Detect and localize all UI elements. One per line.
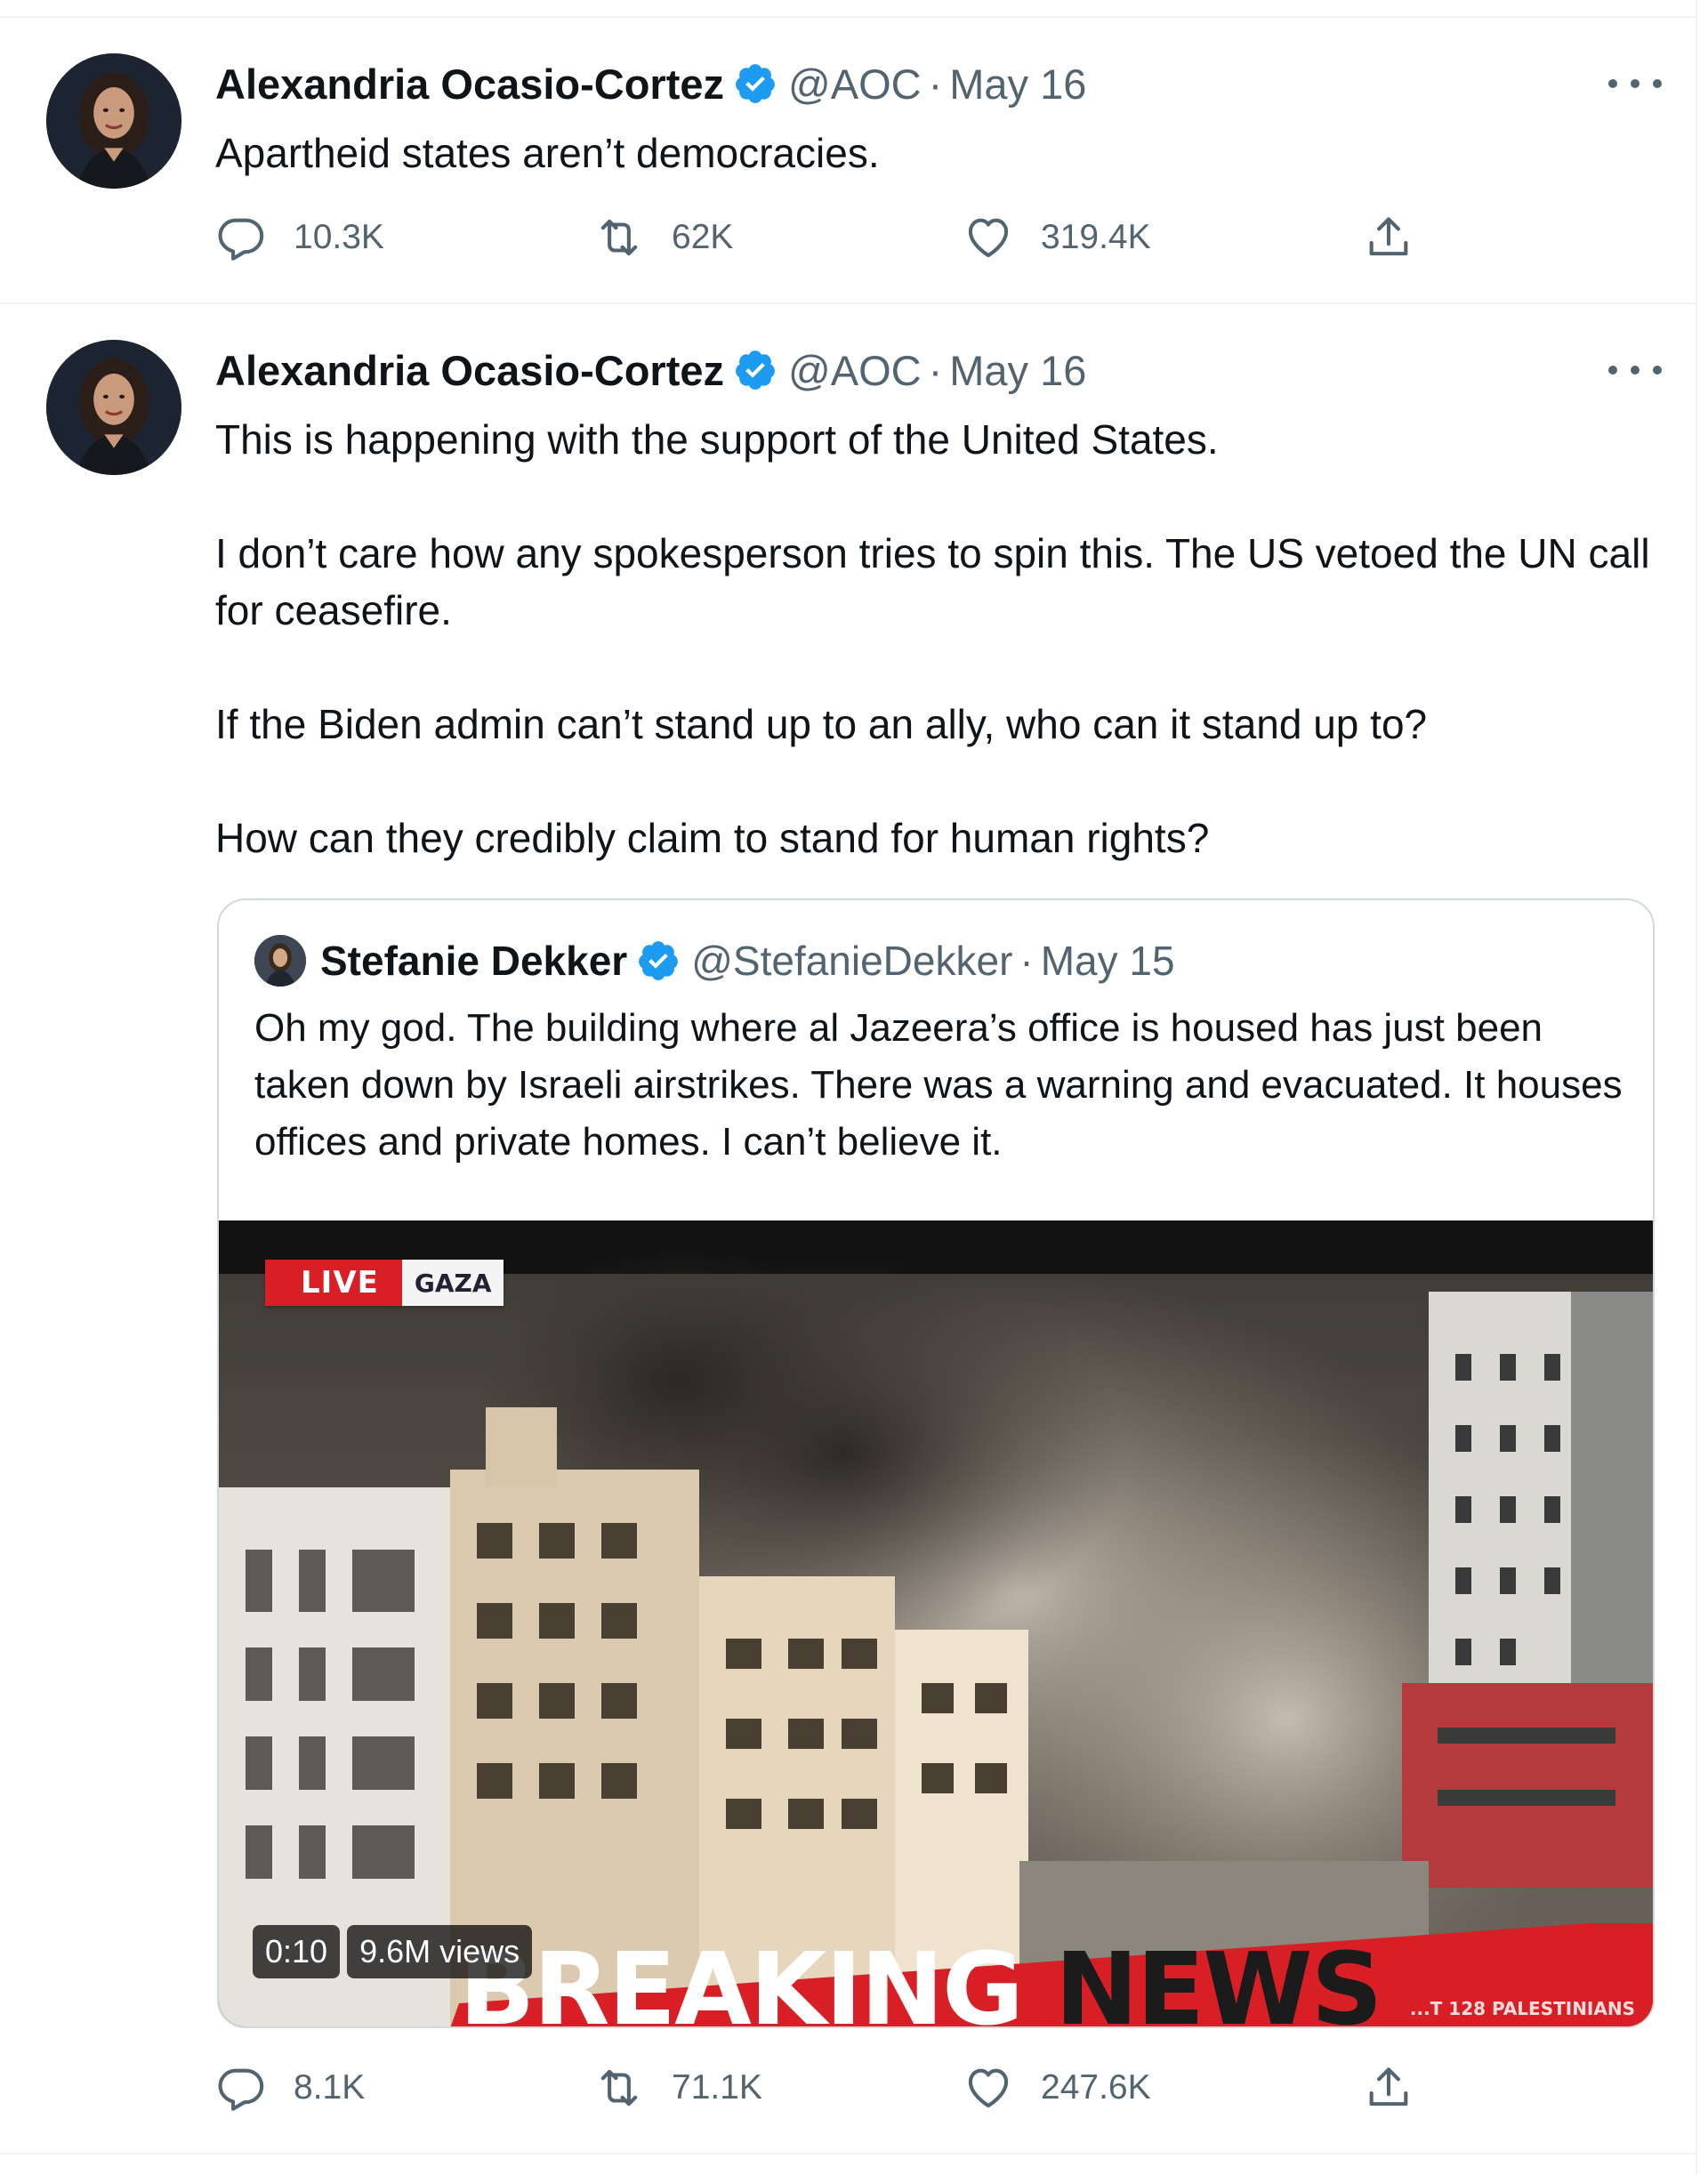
live-badge: LIVE GAZA <box>265 1260 504 1306</box>
avatar-image <box>46 340 181 475</box>
quoted-tweet-header: Stefanie Dekker @StefanieDekker · May 15 <box>254 934 1175 987</box>
video-player[interactable]: LIVE GAZA BREAKING NEWS ...T 128 PALESTI… <box>219 1220 1653 2028</box>
tweet-text: This is happening with the support of th… <box>215 411 1656 866</box>
tweet-paragraph: This is happening with the support of th… <box>215 416 1219 463</box>
quoted-tweet-text: Oh my god. The building where al Jazeera… <box>254 1006 1623 1164</box>
avatar[interactable] <box>46 340 181 475</box>
video-views: 9.6M views <box>347 1925 533 1978</box>
verified-badge-icon <box>639 941 679 980</box>
share-icon <box>1369 217 1408 256</box>
news-word: NEWS <box>1054 1932 1382 2028</box>
retweet-count: 62K <box>672 218 734 256</box>
reply-button[interactable]: 8.1K <box>215 2057 365 2119</box>
author-handle[interactable]: @AOC <box>788 346 922 395</box>
tweet-paragraph: If the Biden admin can’t stand up to an … <box>215 701 1428 747</box>
more-options-icon[interactable] <box>1608 73 1662 94</box>
share-button[interactable] <box>1363 206 1414 269</box>
reply-icon <box>218 218 264 261</box>
verified-badge-icon <box>736 350 775 390</box>
tweet-paragraph: How can they credibly claim to stand for… <box>215 815 1210 861</box>
more-options-icon[interactable] <box>1608 359 1662 381</box>
location-label: GAZA <box>401 1260 504 1306</box>
retweet-icon <box>600 219 638 256</box>
quoted-avatar <box>254 935 306 987</box>
tweet[interactable]: Alexandria Ocasio-Cortez @AOC · May 16 A… <box>0 18 1697 304</box>
quoted-tweet-date: May 15 <box>1040 938 1175 984</box>
video-meta: 0:10 9.6M views <box>253 1925 533 1978</box>
share-icon <box>1369 2067 1408 2107</box>
news-ticker: ...T 128 PALESTINIANS <box>1409 1998 1635 2019</box>
tweet-text: Apartheid states aren’t democracies. <box>215 125 1656 181</box>
header-separator: · <box>928 60 943 108</box>
tweet-header: Alexandria Ocasio-Cortez @AOC · May 16 <box>215 343 1086 397</box>
reply-count: 10.3K <box>294 218 384 256</box>
quoted-author-name: Stefanie Dekker <box>320 938 628 984</box>
video-duration: 0:10 <box>253 1925 341 1978</box>
retweet-icon <box>600 2069 638 2107</box>
reply-count: 8.1K <box>294 2068 366 2107</box>
retweet-button[interactable]: 62K <box>593 206 733 269</box>
avatar[interactable] <box>46 53 181 189</box>
share-button[interactable] <box>1363 2057 1414 2119</box>
author-handle[interactable]: @AOC <box>788 60 922 109</box>
tweet-actions: 10.3K 62K 319.4K <box>215 206 1461 269</box>
header-separator: · <box>928 346 943 394</box>
like-count: 319.4K <box>1041 218 1151 256</box>
heart-icon <box>968 2068 1009 2108</box>
tweet-date[interactable]: May 16 <box>949 346 1086 395</box>
reply-button[interactable]: 10.3K <box>215 206 384 269</box>
tweet-paragraph: Apartheid states aren’t democracies. <box>215 130 880 176</box>
quoted-tweet[interactable]: Stefanie Dekker @StefanieDekker · May 15… <box>217 898 1655 2028</box>
tweet-header: Alexandria Ocasio-Cortez @AOC · May 16 <box>215 57 1086 110</box>
author-name[interactable]: Alexandria Ocasio-Cortez <box>215 60 724 109</box>
breaking-word: BREAKING <box>459 1932 1024 2028</box>
verified-badge-icon <box>736 64 775 103</box>
avatar-image <box>46 53 181 189</box>
heart-icon <box>968 218 1009 258</box>
tweet[interactable]: Alexandria Ocasio-Cortez @AOC · May 16 T… <box>0 304 1697 2155</box>
live-label: LIVE <box>265 1260 402 1306</box>
video-thumbnail <box>219 1220 1653 2026</box>
header-separator: · <box>1019 938 1034 984</box>
like-button[interactable]: 319.4K <box>963 206 1151 269</box>
timeline: Alexandria Ocasio-Cortez @AOC · May 16 A… <box>0 0 1697 2175</box>
author-name[interactable]: Alexandria Ocasio-Cortez <box>215 346 724 395</box>
like-button[interactable]: 247.6K <box>963 2057 1151 2119</box>
quoted-author-handle: @StefanieDekker <box>691 938 1013 984</box>
retweet-count: 71.1K <box>672 2068 762 2107</box>
reply-icon <box>218 2068 264 2111</box>
quoted-avatar-image <box>254 935 306 987</box>
tweet-paragraph: I don’t care how any spokesperson tries … <box>215 530 1650 633</box>
like-count: 247.6K <box>1041 2068 1151 2107</box>
tweet-actions: 8.1K 71.1K 247.6K <box>215 2057 1461 2119</box>
tweet-date[interactable]: May 16 <box>949 60 1086 109</box>
retweet-button[interactable]: 71.1K <box>593 2057 762 2119</box>
